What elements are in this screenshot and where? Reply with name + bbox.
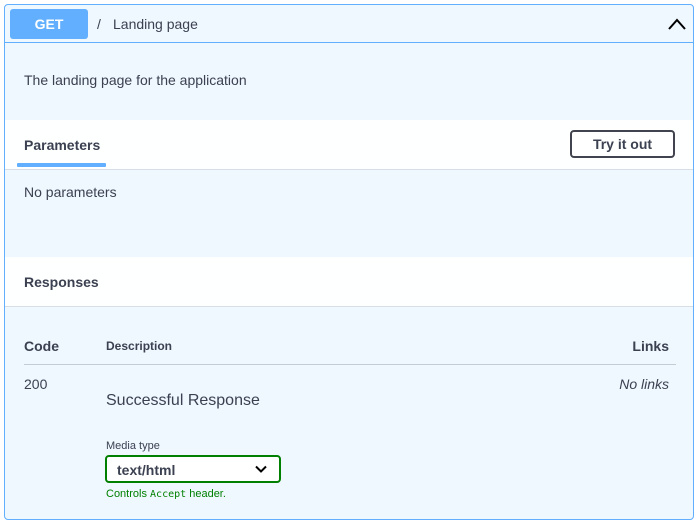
parameters-header: Parameters Try it out [5, 120, 693, 170]
operation-summary[interactable]: GET / Landing page [5, 5, 693, 43]
method-badge: GET [10, 9, 88, 39]
media-help-suffix: header. [189, 488, 226, 500]
column-header-description: Description [106, 339, 173, 353]
chevron-up-icon[interactable] [667, 15, 687, 33]
response-links: No links [619, 376, 669, 392]
column-header-links: Links [632, 338, 669, 354]
media-type-help: Controls Accept header. [106, 488, 226, 500]
operation-description: The landing page for the application [24, 72, 247, 88]
media-type-value: text/html [117, 462, 176, 478]
chevron-down-icon [255, 465, 267, 473]
path-separator: / [97, 16, 101, 32]
operation-summary-text: Landing page [113, 16, 198, 32]
responses-title: Responses [24, 274, 99, 290]
media-help-code: Accept [150, 489, 187, 500]
responses-header: Responses [5, 257, 693, 307]
media-type-select[interactable]: text/html [105, 455, 281, 483]
table-divider [24, 364, 676, 365]
response-code: 200 [24, 376, 48, 392]
parameters-tab-indicator [17, 163, 106, 167]
try-it-out-button[interactable]: Try it out [570, 130, 675, 158]
response-description: Successful Response [106, 392, 260, 409]
parameters-title: Parameters [24, 137, 101, 153]
column-header-code: Code [24, 338, 59, 354]
media-help-prefix: Controls [106, 488, 147, 500]
operation-block: GET / Landing page The landing page for … [4, 4, 694, 520]
no-parameters-message: No parameters [24, 184, 117, 200]
media-type-label: Media type [106, 440, 160, 452]
